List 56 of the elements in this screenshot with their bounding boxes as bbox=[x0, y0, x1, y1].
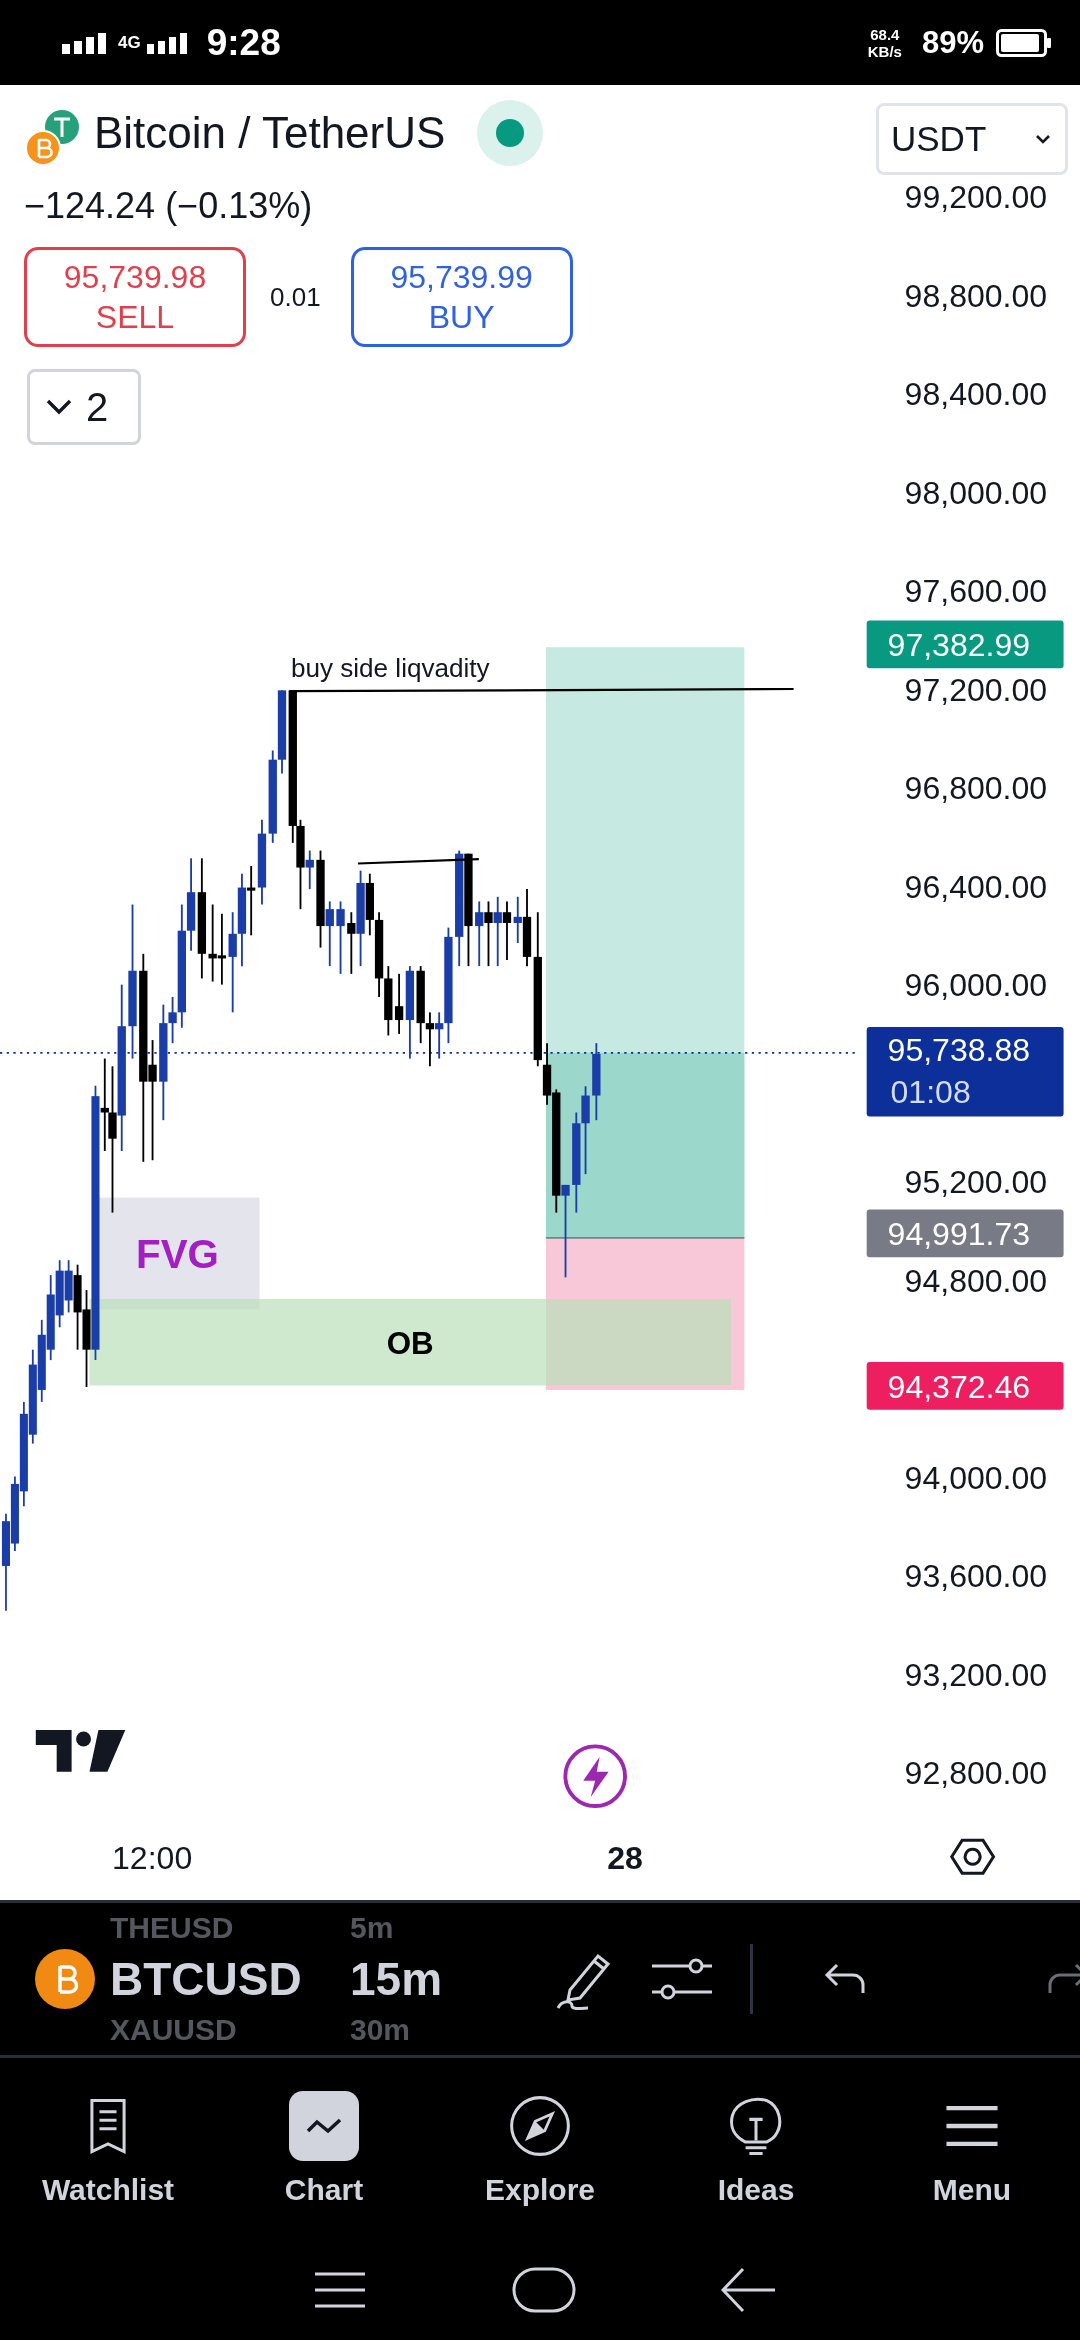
price-badge: 94,372.46 bbox=[866, 1362, 1064, 1410]
price-label: 96,000.00 bbox=[904, 967, 1048, 1004]
symbol-option[interactable]: BTCUSD bbox=[110, 1948, 340, 2010]
indicators-toggle[interactable]: 2 bbox=[27, 369, 141, 445]
price-label: 98,800.00 bbox=[904, 277, 1048, 314]
price-label: 94,000.00 bbox=[904, 1459, 1048, 1496]
battery-level: 89% bbox=[921, 24, 984, 61]
time-label: 28 bbox=[607, 1839, 643, 1876]
network-speed: 68.4 bbox=[870, 25, 900, 43]
price-change: −124.24 (−0.13%) bbox=[24, 185, 313, 227]
network-type: 4G bbox=[118, 32, 141, 53]
currency-dropdown[interactable]: USDT bbox=[876, 103, 1068, 175]
symbol-title[interactable]: Bitcoin / TetherUS bbox=[94, 108, 446, 158]
recent-apps-icon[interactable] bbox=[312, 2270, 367, 2310]
price-badge: 94,991.73 bbox=[866, 1209, 1064, 1258]
price-label: 93,200.00 bbox=[904, 1656, 1048, 1693]
price-label: 96,800.00 bbox=[904, 770, 1048, 807]
nav-tab[interactable]: Ideas bbox=[648, 2058, 864, 2240]
price-badge: 97,382.99 bbox=[866, 620, 1064, 669]
zone-label: FVG bbox=[136, 1231, 219, 1277]
time-label: 12:00 bbox=[112, 1839, 193, 1876]
timeframe-option[interactable]: 15m bbox=[340, 1948, 520, 2010]
trend-line[interactable] bbox=[357, 857, 479, 865]
chevron-icon bbox=[1033, 132, 1053, 146]
price-label: 98,000.00 bbox=[904, 474, 1048, 511]
settings-icon[interactable] bbox=[950, 1838, 995, 1875]
price-label: 99,200.00 bbox=[904, 179, 1048, 216]
zone-label: OB bbox=[386, 1326, 434, 1362]
position-tool-drawing[interactable] bbox=[545, 647, 746, 1390]
price-label: 96,400.00 bbox=[904, 868, 1048, 905]
price-label: 92,800.00 bbox=[904, 1755, 1048, 1792]
price-label: 97,600.00 bbox=[904, 573, 1048, 610]
battery-icon bbox=[996, 28, 1052, 57]
clock: 9:28 bbox=[206, 21, 281, 64]
price-label: 97,200.00 bbox=[904, 671, 1048, 708]
price-label: 93,600.00 bbox=[904, 1558, 1048, 1595]
price-label: 95,200.00 bbox=[904, 1164, 1048, 1201]
price-label: 98,400.00 bbox=[904, 376, 1048, 413]
nav-tab[interactable]: Watchlist bbox=[0, 2058, 216, 2240]
spread-value: 0.01 bbox=[270, 281, 321, 313]
nav-tab[interactable]: Chart bbox=[216, 2058, 432, 2240]
lightning-icon[interactable] bbox=[563, 1744, 627, 1808]
annotation-text: buy side liqvadity bbox=[290, 653, 490, 684]
buy-button[interactable]: 95,739.99 BUY bbox=[350, 247, 573, 347]
trend-line[interactable] bbox=[289, 687, 794, 693]
sell-button[interactable]: 95,739.98 SELL bbox=[24, 247, 246, 347]
coin-icon bbox=[34, 1948, 96, 2010]
speed-unit: KB/s bbox=[867, 42, 902, 60]
home-icon[interactable] bbox=[512, 2267, 576, 2313]
back-icon[interactable] bbox=[721, 2267, 778, 2313]
price-badge: 95,738.88 01:08 bbox=[866, 1026, 1064, 1117]
nav-tab[interactable]: Explore bbox=[432, 2058, 648, 2240]
price-label: 94,800.00 bbox=[904, 1262, 1048, 1299]
nav-tab[interactable]: Menu bbox=[864, 2058, 1080, 2240]
chevron-icon bbox=[44, 397, 74, 417]
logo-icon bbox=[35, 1730, 126, 1772]
